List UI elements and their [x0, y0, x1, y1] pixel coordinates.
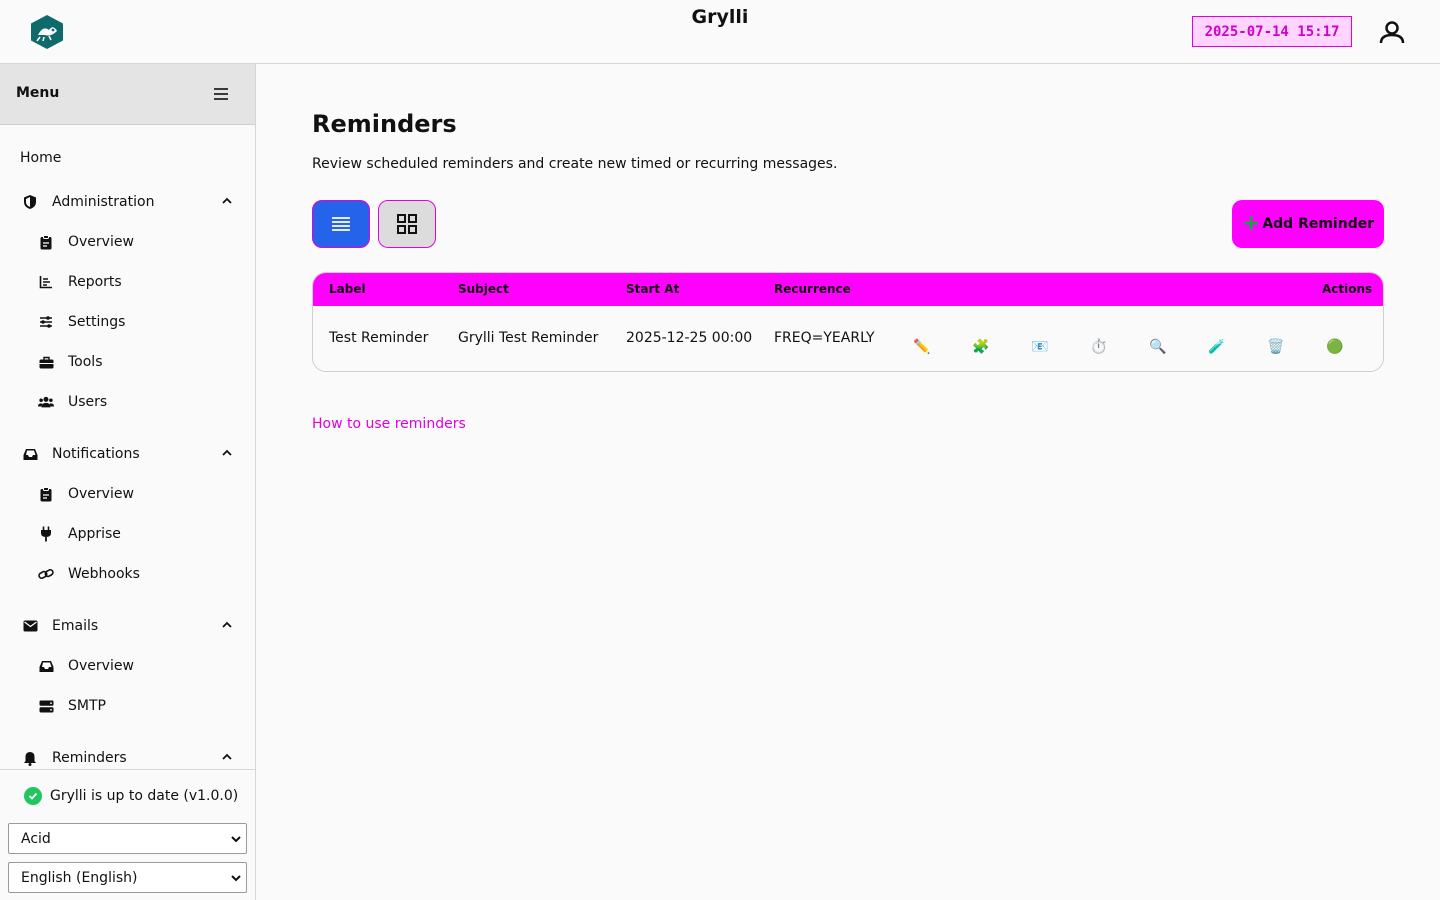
sidebar-group-reminders[interactable]: Reminders [22, 745, 242, 769]
page-description: Review scheduled reminders and create ne… [312, 156, 838, 172]
main-content: Reminders Review scheduled reminders and… [256, 64, 1440, 900]
list-icon [332, 217, 350, 231]
plus-icon: + [1241, 211, 1261, 236]
sidebar-item-label: Settings [68, 314, 126, 330]
chevron-down-icon [230, 833, 242, 845]
sidebar-item-admin-overview[interactable]: Overview [38, 229, 134, 255]
chevron-up-icon[interactable] [220, 446, 234, 460]
add-reminder-label: Add Reminder [1262, 216, 1375, 232]
theme-select[interactable]: Acid [8, 823, 247, 854]
timer-icon[interactable]: ⏱️ [1089, 337, 1109, 357]
sidebar-item-tools[interactable]: Tools [38, 349, 103, 375]
menu-header: Menu [0, 64, 255, 125]
sidebar-item-label: Users [68, 394, 108, 410]
sidebar-item-label: Administration [52, 194, 155, 210]
sidebar: Menu Home Administration Overview Report… [0, 64, 256, 900]
user-icon[interactable] [1376, 18, 1408, 46]
test-tube-icon[interactable]: 🧪 [1207, 337, 1227, 357]
sidebar-item-smtp[interactable]: SMTP [38, 693, 106, 719]
sidebar-item-label: Overview [68, 658, 134, 674]
shield-icon [22, 194, 38, 210]
check-circle-icon [24, 787, 42, 805]
reminders-table: Label Subject Start At Recurrence Action… [312, 272, 1384, 372]
column-header-recurrence[interactable]: Recurrence [774, 282, 851, 296]
sliders-icon [38, 314, 54, 330]
page-title: Reminders [312, 110, 457, 138]
update-status-text: Grylli is up to date (v1.0.0) [50, 788, 239, 804]
sidebar-item-webhooks[interactable]: Webhooks [38, 561, 140, 587]
column-header-subject[interactable]: Subject [458, 282, 509, 296]
inbox-icon [38, 658, 54, 674]
update-status: Grylli is up to date (v1.0.0) [24, 787, 238, 805]
chevron-up-icon[interactable] [220, 618, 234, 632]
menu-label: Menu [16, 85, 60, 101]
inbox-icon [22, 446, 38, 462]
sidebar-footer: Grylli is up to date (v1.0.0) Acid Engli… [0, 769, 255, 900]
language-select-value: English (English) [21, 869, 138, 886]
sidebar-item-label: Emails [52, 618, 99, 634]
column-header-label[interactable]: Label [329, 282, 366, 296]
theme-select-value: Acid [21, 830, 51, 847]
sidebar-group-administration[interactable]: Administration [22, 189, 242, 215]
grid-view-button[interactable] [378, 200, 436, 248]
sidebar-item-notifications-overview[interactable]: Overview [38, 481, 134, 507]
sidebar-item-users[interactable]: Users [38, 389, 107, 415]
hamburger-icon[interactable] [212, 86, 230, 102]
chevron-up-icon[interactable] [220, 194, 234, 208]
sidebar-group-notifications[interactable]: Notifications [22, 441, 242, 467]
sidebar-nav: Home Administration Overview Reports Set… [0, 125, 255, 769]
users-icon [38, 394, 54, 410]
cell-label: Test Reminder [329, 330, 429, 346]
clipboard-icon [38, 486, 54, 502]
email-icon[interactable]: 📧 [1030, 337, 1050, 357]
sidebar-item-label: Webhooks [68, 566, 140, 582]
cell-recurrence: FREQ=YEARLY [774, 330, 875, 346]
sidebar-item-apprise[interactable]: Apprise [38, 521, 121, 547]
add-reminder-button[interactable]: + Add Reminder [1232, 200, 1384, 248]
language-select[interactable]: English (English) [8, 862, 247, 893]
sidebar-item-label: Tools [68, 354, 103, 370]
clock-display: 2025-07-14 15:17 [1192, 16, 1352, 47]
sidebar-item-label: Reminders [52, 750, 127, 766]
cell-subject: Grylli Test Reminder [458, 330, 599, 346]
toolbox-icon [38, 354, 54, 370]
chevron-up-icon[interactable] [220, 750, 234, 764]
bell-icon [22, 750, 38, 766]
edit-icon[interactable]: ✏️ [912, 337, 932, 357]
sidebar-item-label: Notifications [52, 446, 140, 462]
column-header-start-at[interactable]: Start At [626, 282, 679, 296]
sidebar-item-label: Reports [68, 274, 122, 290]
puzzle-icon[interactable]: 🧩 [971, 337, 991, 357]
column-header-actions: Actions [1322, 282, 1373, 296]
server-icon [38, 698, 54, 714]
clipboard-icon [38, 234, 54, 250]
sidebar-group-emails[interactable]: Emails [22, 613, 242, 639]
envelope-icon [22, 618, 38, 634]
sidebar-item-label: Apprise [68, 526, 121, 542]
sidebar-item-reports[interactable]: Reports [38, 269, 122, 295]
chart-icon [38, 274, 54, 290]
sidebar-item-label: SMTP [68, 698, 106, 714]
link-icon [38, 566, 54, 582]
sidebar-item-label: Home [20, 150, 62, 166]
sidebar-item-label: Overview [68, 234, 134, 250]
cell-start-at: 2025-12-25 00:00 [626, 330, 753, 346]
chevron-down-icon [230, 872, 242, 884]
search-icon[interactable]: 🔍 [1148, 337, 1168, 357]
status-green-icon[interactable]: 🟢 [1325, 337, 1345, 357]
sidebar-item-settings[interactable]: Settings [38, 309, 125, 335]
grid-icon [397, 214, 417, 234]
help-link[interactable]: How to use reminders [312, 416, 466, 432]
trash-icon[interactable]: 🗑️ [1266, 337, 1286, 357]
table-header: Label Subject Start At Recurrence Action… [313, 273, 1383, 306]
sidebar-item-emails-overview[interactable]: Overview [38, 653, 134, 679]
sidebar-item-label: Overview [68, 486, 134, 502]
top-bar: Grylli 2025-07-14 15:17 [0, 0, 1440, 64]
list-view-button[interactable] [312, 200, 370, 248]
plug-icon [38, 526, 54, 542]
sidebar-item-home[interactable]: Home [20, 145, 61, 171]
